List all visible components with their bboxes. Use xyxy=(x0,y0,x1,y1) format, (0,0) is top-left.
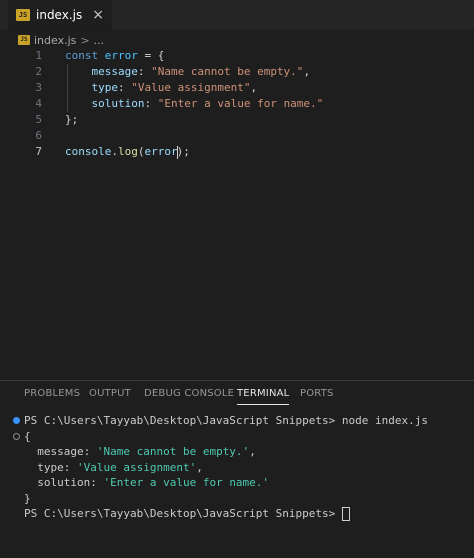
panel-tabs: PROBLEMS OUTPUT DEBUG CONSOLE TERMINAL PORTS xyxy=(0,381,474,407)
terminal-token: solution: xyxy=(24,476,104,489)
breadcrumb-more[interactable]: ... xyxy=(94,34,105,47)
terminal-text: solution: 'Enter a value for name.' xyxy=(24,475,269,490)
terminal-cursor xyxy=(341,507,350,521)
command-decoration-icon[interactable] xyxy=(13,432,20,440)
terminal-text: PS C:\Users\Tayyab\Desktop\JavaScript Sn… xyxy=(24,413,428,428)
line-number: 6 xyxy=(35,129,42,142)
line-number: 5 xyxy=(35,113,42,126)
line-number: 3 xyxy=(35,81,42,94)
close-icon[interactable]: × xyxy=(92,6,104,24)
line-number: 1 xyxy=(35,49,42,62)
editor-tab-bar: JS index.js × xyxy=(0,0,474,31)
breadcrumb: JS index.js > ... xyxy=(18,31,104,49)
code-token: = { xyxy=(137,49,165,62)
bottom-panel: PROBLEMS OUTPUT DEBUG CONSOLE TERMINAL PORTS… xyxy=(0,380,474,558)
javascript-file-icon: JS xyxy=(16,9,30,21)
code-token: error xyxy=(144,145,178,158)
javascript-file-icon: JS xyxy=(18,35,30,45)
terminal-token: 'Value assignment' xyxy=(76,460,197,474)
tab-index-js[interactable]: JS index.js × xyxy=(8,0,112,30)
code-token: }; xyxy=(65,113,79,126)
code-token: console xyxy=(65,145,112,158)
breadcrumb-separator: > xyxy=(80,33,90,47)
panel-tab-debug-console[interactable]: DEBUG CONSOLE xyxy=(144,388,234,399)
panel-tab-terminal[interactable]: TERMINAL xyxy=(237,388,290,405)
code-text: message: "Name cannot be empty.", xyxy=(65,64,311,80)
code-token: ; xyxy=(183,145,190,158)
tab-label: index.js xyxy=(36,8,83,22)
line-number: 4 xyxy=(35,97,42,110)
line-number: 7 xyxy=(35,145,42,158)
code-token: const xyxy=(65,49,105,62)
code-token: . xyxy=(111,145,118,158)
code-token: "Name cannot be empty." xyxy=(151,65,304,78)
code-text: }; xyxy=(65,112,78,128)
terminal-token: PS C:\Users\Tayyab\Desktop\JavaScript Sn… xyxy=(24,414,428,427)
code-token: type xyxy=(91,81,119,94)
code-token: , xyxy=(250,81,258,94)
terminal-token: PS C:\Users\Tayyab\Desktop\JavaScript Sn… xyxy=(24,507,342,520)
terminal-token: 'Enter a value for name.' xyxy=(103,476,270,489)
terminal-token: } xyxy=(24,491,31,505)
indent-guide xyxy=(67,64,68,112)
terminal-token: , xyxy=(196,460,203,474)
terminal-token: , xyxy=(249,445,256,458)
terminal-text: type: 'Value assignment', xyxy=(24,460,203,475)
code-token: : xyxy=(144,97,158,110)
code-token: log xyxy=(117,145,138,158)
panel-tab-problems[interactable]: PROBLEMS xyxy=(24,388,80,399)
terminal-text: } xyxy=(24,491,31,506)
terminal-text: message: 'Name cannot be empty.', xyxy=(24,444,256,459)
panel-tab-ports[interactable]: PORTS xyxy=(300,388,334,399)
code-token: "Value assignment" xyxy=(131,81,251,94)
breadcrumb-file[interactable]: index.js xyxy=(34,34,76,47)
code-token: "Enter a value for name." xyxy=(157,97,324,110)
command-success-icon[interactable] xyxy=(13,417,20,424)
code-token: message xyxy=(91,65,138,78)
code-token: : xyxy=(137,65,152,78)
code-text: console.log(error); xyxy=(65,144,190,160)
panel-tab-output[interactable]: OUTPUT xyxy=(89,388,131,399)
terminal-token: message: xyxy=(24,445,97,458)
terminal-text: PS C:\Users\Tayyab\Desktop\JavaScript Sn… xyxy=(24,506,350,521)
terminal-token: type: xyxy=(24,460,77,474)
code-text: const error = { xyxy=(65,48,164,64)
line-number: 2 xyxy=(35,65,42,78)
terminal-token: { xyxy=(24,429,31,443)
code-token: solution xyxy=(91,97,145,110)
code-token: : xyxy=(118,81,132,94)
code-token: , xyxy=(303,65,311,78)
code-token: error xyxy=(104,49,138,62)
terminal-text: { xyxy=(24,429,31,444)
terminal-token: 'Name cannot be empty.' xyxy=(96,445,250,458)
code-editor[interactable]: 1 const error = { 2 message: "Name cannot … xyxy=(0,48,474,378)
code-text: solution: "Enter a value for name." xyxy=(65,96,324,112)
code-text: type: "Value assignment", xyxy=(65,80,258,96)
